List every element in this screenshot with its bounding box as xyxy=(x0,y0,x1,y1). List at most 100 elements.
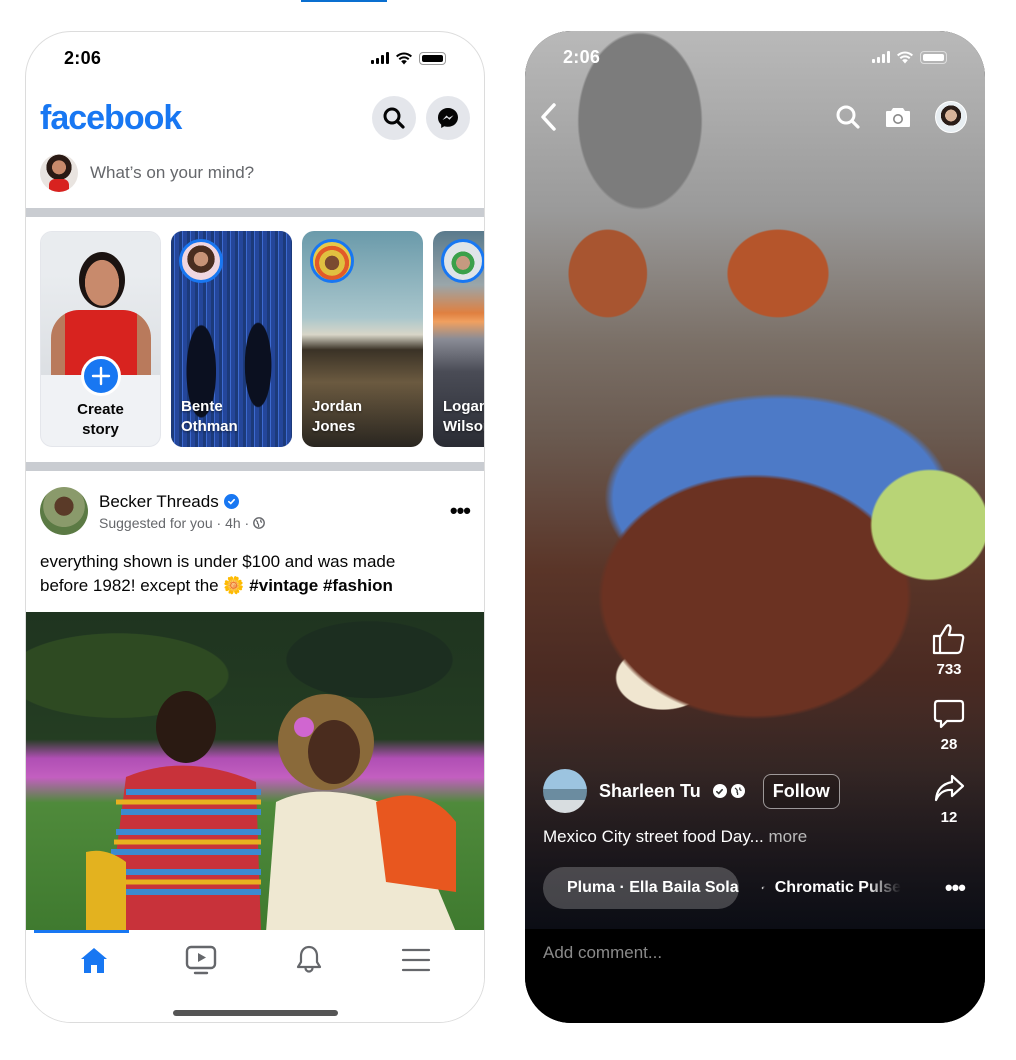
reel-author-avatar[interactable] xyxy=(543,769,587,813)
signal-icon xyxy=(371,52,389,64)
create-story-label: Create story xyxy=(41,400,160,440)
story-name: Bente Othman xyxy=(181,397,238,437)
search-icon xyxy=(383,107,405,129)
post-hashtags[interactable]: #vintage #fashion xyxy=(249,576,393,595)
post-meta: Suggested for you · 4h · xyxy=(99,514,250,531)
story-name-line2: Wilson xyxy=(443,418,484,435)
post-author-name[interactable]: Becker Threads xyxy=(99,492,219,512)
stories-tray: Create story Bente Othman Jordan Jones L… xyxy=(40,231,484,449)
post-header: Becker Threads Suggested for you · 4h · … xyxy=(40,484,471,538)
photo-subject-woman xyxy=(266,694,456,930)
post-text-line1: everything shown is under $100 and was m… xyxy=(40,552,396,571)
comment-input[interactable]: Add comment... xyxy=(543,943,662,963)
author-avatar[interactable] xyxy=(40,487,88,535)
post-text: everything shown is under $100 and was m… xyxy=(40,550,464,598)
tab-watch[interactable] xyxy=(171,942,231,978)
story-avatar xyxy=(441,239,484,283)
story-name: Logan Wilson xyxy=(443,397,484,437)
status-time: 2:06 xyxy=(64,47,102,68)
like-icon xyxy=(932,624,965,655)
system-icons xyxy=(872,50,947,64)
messenger-icon xyxy=(438,108,458,128)
composer[interactable]: What’s on your mind? xyxy=(40,152,470,194)
composer-placeholder[interactable]: What’s on your mind? xyxy=(90,163,254,183)
signal-icon xyxy=(872,51,890,63)
home-indicator xyxy=(173,1010,338,1016)
effect-name: Chromatic Pulse xyxy=(774,879,901,896)
user-avatar[interactable] xyxy=(40,154,78,192)
active-tab-indicator xyxy=(34,930,129,933)
create-story-card[interactable]: Create story xyxy=(40,231,161,447)
section-divider xyxy=(26,462,484,471)
share-count: 12 xyxy=(940,809,958,826)
story-avatar xyxy=(179,239,223,283)
section-divider xyxy=(26,208,484,217)
caption-more-link[interactable]: more xyxy=(769,827,808,846)
plus-icon[interactable] xyxy=(81,356,121,396)
search-icon[interactable] xyxy=(835,104,861,130)
comment-action[interactable]: 28 xyxy=(933,698,965,753)
post-text-line2: before 1982! except the xyxy=(40,576,219,595)
sparkle-icon xyxy=(761,886,765,890)
tab-notifications[interactable] xyxy=(279,942,339,978)
share-action[interactable]: 12 xyxy=(933,773,965,826)
story-name-line1: Bente xyxy=(181,398,223,415)
status-bar: 2:06 xyxy=(525,31,985,83)
camera-icon[interactable] xyxy=(885,106,911,128)
top-indicator xyxy=(301,0,387,2)
status-bar: 2:06 xyxy=(26,32,484,84)
comment-icon xyxy=(933,699,965,729)
system-icons xyxy=(371,51,446,65)
reel-caption-text: Mexico City street food Day... xyxy=(543,827,764,846)
like-count: 733 xyxy=(936,661,962,678)
story-name-line1: Logan xyxy=(443,398,484,415)
verified-badge-icon xyxy=(712,784,727,798)
story-avatar xyxy=(310,239,354,283)
create-story-photo xyxy=(41,232,160,375)
battery-icon xyxy=(419,51,446,65)
back-arrow-icon[interactable] xyxy=(539,102,559,132)
post-more-options-icon[interactable]: ••• xyxy=(450,498,471,524)
reel-caption: Mexico City street food Day... more xyxy=(543,827,807,847)
facebook-logo: facebook xyxy=(40,98,182,137)
home-icon xyxy=(80,948,107,973)
wifi-icon xyxy=(396,52,412,64)
verified-badge-icon xyxy=(223,494,239,509)
like-action[interactable]: 733 xyxy=(932,623,966,678)
comment-bar: Add comment... xyxy=(525,929,985,1023)
share-icon xyxy=(934,774,965,802)
tab-menu[interactable] xyxy=(386,942,446,978)
reel-author: Sharleen Tu Follow xyxy=(543,769,840,813)
story-name-line1: Jordan xyxy=(312,398,363,415)
comment-count: 28 xyxy=(940,736,958,753)
reel-author-name[interactable]: Sharleen Tu xyxy=(599,781,701,802)
story-name-line2: Othman xyxy=(181,418,238,435)
wifi-icon xyxy=(897,51,913,63)
reel-actions: 733 28 12 xyxy=(929,623,969,846)
messenger-button[interactable] xyxy=(426,96,470,140)
photo-subject-man xyxy=(86,691,261,930)
tab-home[interactable] xyxy=(64,942,124,978)
video-icon xyxy=(186,945,217,975)
globe-icon xyxy=(730,784,745,798)
story-label-line1: Create xyxy=(77,401,124,418)
search-button[interactable] xyxy=(372,96,416,140)
story-name: Jordan Jones xyxy=(312,397,362,437)
effect-label[interactable]: Chromatic Pulse xyxy=(761,879,901,897)
story-card[interactable]: Jordan Jones xyxy=(302,231,423,447)
bell-icon xyxy=(296,945,321,973)
reel-top-bar xyxy=(539,99,967,135)
story-card[interactable]: Logan Wilson xyxy=(433,231,484,447)
music-pill[interactable]: Pluma · Ella Baila Sola xyxy=(543,867,739,909)
reels-phone: 2:06 733 28 12 Sharleen Tu Follow Mexico… xyxy=(525,31,985,1023)
post-photo[interactable] xyxy=(26,612,484,930)
story-card[interactable]: Bente Othman xyxy=(171,231,292,447)
menu-icon xyxy=(402,948,431,972)
music-title: Pluma · Ella Baila Sola xyxy=(567,879,739,896)
feed-phone: 2:06 facebook What’s on your mind? Creat… xyxy=(25,31,485,1023)
reel-more-options-icon[interactable]: ••• xyxy=(945,875,966,901)
profile-avatar[interactable] xyxy=(935,101,967,133)
follow-button[interactable]: Follow xyxy=(762,773,840,809)
app-header: facebook xyxy=(40,94,470,142)
sunflower-emoji-icon: 🌼 xyxy=(223,576,245,595)
